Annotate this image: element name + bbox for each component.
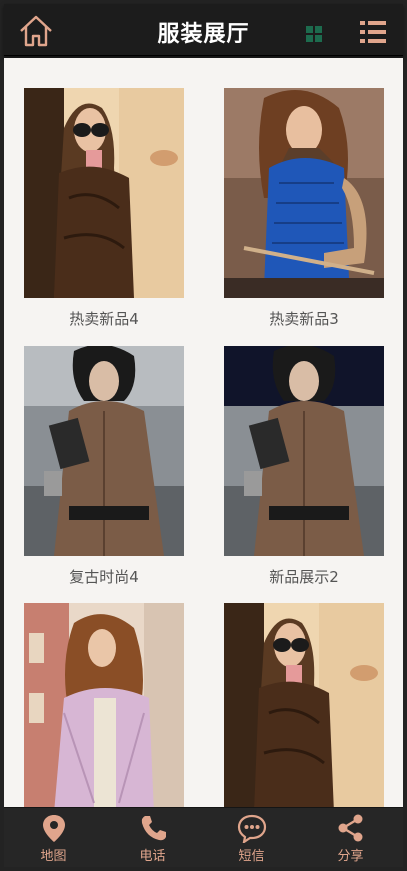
tab-sms[interactable]: 短信 [202,808,301,868]
bottom-tab-bar: 地图 电话 短信 分享 [4,807,403,867]
tab-label: 分享 [337,849,364,864]
product-name: 复古时尚4 [69,568,139,586]
tab-phone[interactable]: 电话 [103,808,202,868]
product-card[interactable]: 热卖新品4 [24,88,184,329]
product-image [224,603,384,807]
page-title: 服装展厅 [157,22,250,47]
product-name: 热卖新品4 [69,310,139,328]
product-card[interactable] [24,603,184,807]
list-view-icon[interactable] [358,18,388,46]
product-card[interactable]: 新品展示2 [224,346,384,587]
grid-view-icon[interactable] [304,24,324,44]
product-grid: 热卖新品4 热卖新品3 复古时尚4 新品展示2 [4,58,403,807]
product-image [224,346,384,556]
product-image [24,346,184,556]
top-bar: 服装展厅 [4,4,403,56]
tab-map[interactable]: 地图 [4,808,103,868]
tab-share[interactable]: 分享 [301,808,400,868]
product-name: 新品展示2 [269,568,339,586]
tab-label: 地图 [40,849,67,864]
product-card[interactable]: 热卖新品3 [224,88,384,329]
app-frame: 服装展厅 热卖新品4 热卖新品3 复古时尚4 新品展示2 地图 电话 短信 分享 [0,0,407,871]
tab-label: 短信 [238,849,265,864]
map-pin-icon [39,813,69,843]
share-icon [336,813,366,843]
product-card[interactable] [224,603,384,807]
product-image [24,603,184,807]
message-icon [237,813,267,845]
phone-icon [138,813,168,843]
tab-label: 电话 [139,849,166,864]
product-image [24,88,184,298]
product-name: 热卖新品3 [269,310,339,328]
product-card[interactable]: 复古时尚4 [24,346,184,587]
product-image [224,88,384,298]
